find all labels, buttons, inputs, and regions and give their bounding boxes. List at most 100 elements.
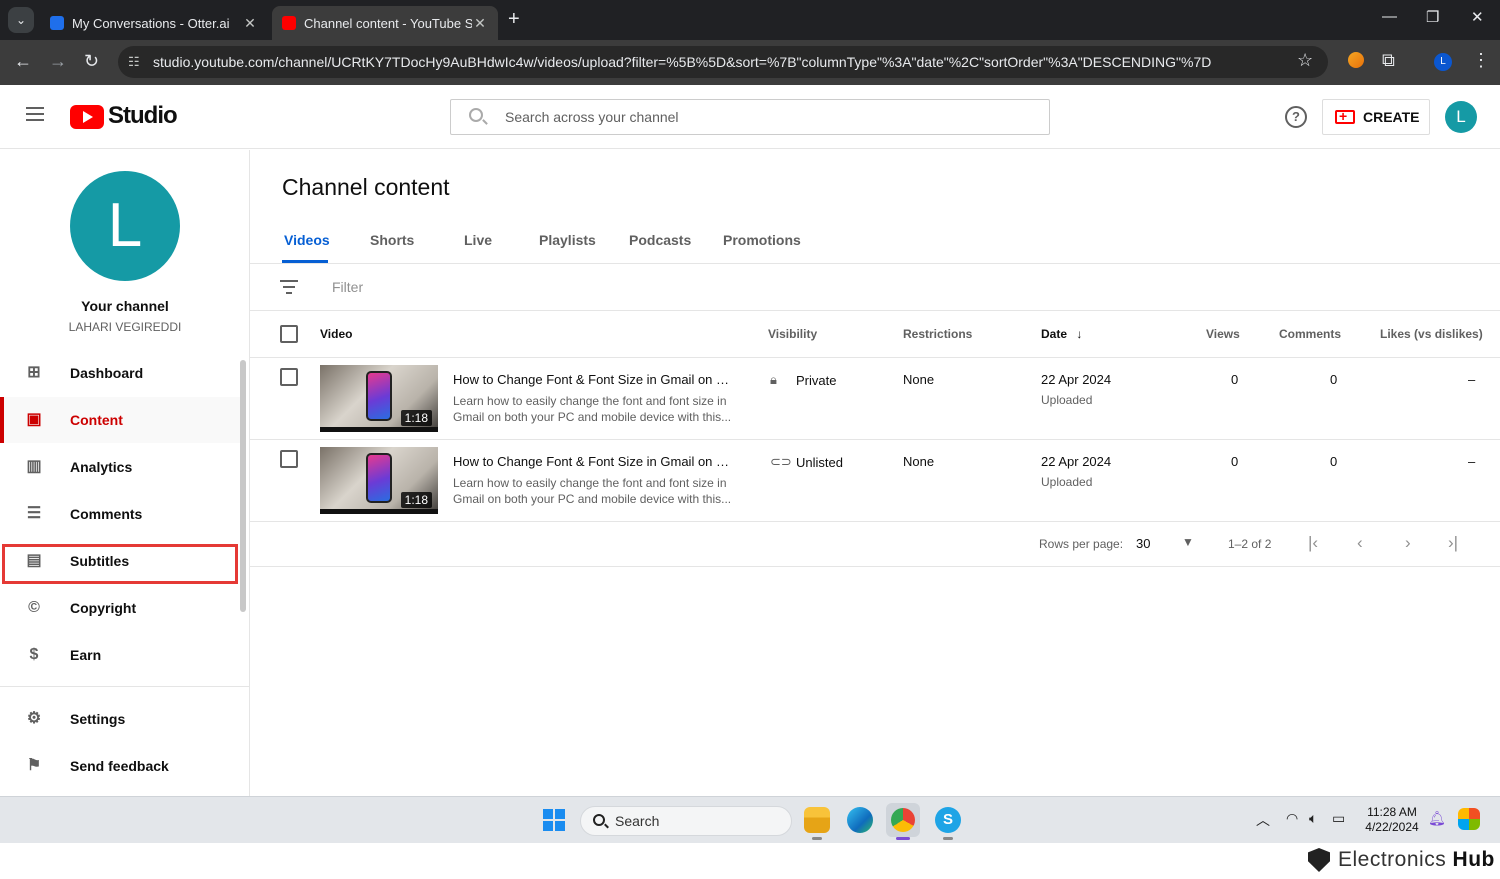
browser-tab-youtube-studio[interactable]: Channel content - YouTube Studio ✕ [272, 6, 498, 40]
column-visibility: Visibility [768, 327, 818, 341]
volume-icon[interactable]: 🔈︎ [1309, 810, 1317, 827]
windows-start-icon[interactable] [543, 809, 565, 831]
taskbar-search[interactable]: Search [580, 806, 792, 836]
tab-promotions[interactable]: Promotions [723, 232, 801, 248]
search-input[interactable] [505, 107, 1025, 127]
tab-playlists[interactable]: Playlists [539, 232, 596, 248]
date-status: Uploaded [1041, 475, 1093, 489]
close-tab-icon[interactable]: ✕ [472, 15, 488, 32]
sidebar-item-copyright[interactable]: © Copyright [0, 585, 240, 631]
chrome-active-tile[interactable] [886, 803, 920, 837]
column-date[interactable]: Date ↓ [1041, 327, 1082, 341]
extensions-puzzle-icon[interactable]: ⧉ [1382, 50, 1395, 71]
active-tab-indicator [282, 260, 328, 263]
row-checkbox[interactable] [280, 368, 298, 386]
table-row[interactable]: 1:18 How to Change Font & Font Size in G… [250, 358, 1500, 440]
sidebar-item-comments[interactable]: ☰ Comments [0, 491, 240, 537]
filter-icon[interactable] [280, 280, 298, 294]
system-clock[interactable]: 11:28 AM 4/22/2024 [1362, 805, 1422, 835]
copilot-icon[interactable] [1458, 808, 1480, 830]
browser-menu-icon[interactable]: ⋮ [1472, 50, 1490, 71]
previous-page-icon[interactable]: ‹ [1357, 533, 1363, 553]
skype-icon[interactable]: S [935, 807, 961, 833]
video-description: Learn how to easily change the font and … [453, 394, 732, 424]
filter-bar[interactable]: Filter [250, 264, 1500, 311]
create-button[interactable]: CREATE [1322, 99, 1430, 135]
channel-avatar[interactable]: L [70, 171, 180, 281]
sidebar-item-label: Earn [70, 647, 102, 663]
sidebar-item-settings[interactable]: ⚙ Settings [0, 696, 240, 742]
rows-per-page-select[interactable]: 30 [1136, 536, 1150, 551]
file-explorer-icon[interactable] [804, 807, 830, 833]
address-bar[interactable]: ☷ studio.youtube.com/channel/UCRtKY7TDoc… [118, 46, 1328, 78]
sidebar-item-send-feedback[interactable]: ⚑ Send feedback [0, 743, 240, 789]
watermark-brand-light: Electronics [1338, 848, 1447, 871]
close-window-icon[interactable]: ✕ [1471, 8, 1484, 26]
last-page-icon[interactable]: ›| [1448, 533, 1458, 553]
notification-bell-icon[interactable]: 🔔︎ [1428, 810, 1446, 827]
channel-search-box[interactable] [450, 99, 1050, 135]
reload-icon[interactable]: ↻ [84, 51, 99, 72]
analytics-icon: ▥ [26, 458, 42, 475]
likes-value: – [1468, 454, 1476, 469]
row-checkbox[interactable] [280, 450, 298, 468]
video-title[interactable]: How to Change Font & Font Size in Gmail … [453, 372, 733, 387]
sidebar-item-content[interactable]: ▣ Content [0, 397, 240, 443]
tab-podcasts[interactable]: Podcasts [629, 232, 691, 248]
table-header: Video Visibility Restrictions Date ↓ Vie… [250, 311, 1500, 358]
select-all-checkbox[interactable] [280, 325, 298, 343]
sidebar-item-analytics[interactable]: ▥ Analytics [0, 444, 240, 490]
sidebar-scrollbar[interactable] [240, 360, 246, 612]
help-icon[interactable]: ? [1285, 106, 1307, 128]
visibility-cell[interactable]: 🔒︎ Private [770, 372, 836, 388]
wifi-icon[interactable]: ◠ [1286, 810, 1298, 827]
next-page-icon[interactable]: › [1405, 533, 1411, 553]
extension-icon[interactable] [1348, 52, 1364, 68]
menu-icon[interactable] [26, 107, 44, 121]
edge-browser-icon[interactable] [847, 807, 873, 833]
sidebar-item-dashboard[interactable]: ⊞ Dashboard [0, 350, 240, 396]
first-page-icon[interactable]: |‹ [1308, 533, 1318, 553]
watermark-text: Electronics Hub [1338, 848, 1495, 872]
tab-videos[interactable]: Videos [284, 232, 330, 248]
table-row[interactable]: 1:18 How to Change Font & Font Size in G… [250, 440, 1500, 522]
visibility-value: Unlisted [796, 454, 843, 470]
tab-live[interactable]: Live [464, 232, 492, 248]
new-tab-icon[interactable]: + [508, 8, 520, 31]
sidebar-item-label: Content [70, 412, 123, 428]
bookmark-star-icon[interactable]: ☆ [1297, 50, 1313, 71]
studio-logo-text[interactable]: Studio [108, 102, 178, 130]
forward-icon[interactable]: → [49, 51, 67, 72]
account-avatar[interactable]: L [1445, 101, 1477, 133]
shield-logo-icon [1308, 848, 1330, 872]
back-icon[interactable]: ← [14, 51, 32, 72]
content-icon: ▣ [26, 411, 42, 428]
sidebar-item-label: Dashboard [70, 365, 144, 381]
lock-icon: 🔒︎ [770, 372, 777, 387]
views-value: 0 [1231, 454, 1239, 469]
video-thumbnail[interactable]: 1:18 [320, 365, 438, 432]
page-title: Channel content [282, 174, 450, 200]
filter-input[interactable]: Filter [332, 279, 363, 295]
browser-tab-otter[interactable]: My Conversations - Otter.ai ✕ [40, 6, 268, 40]
video-title[interactable]: How to Change Font & Font Size in Gmail … [453, 454, 733, 469]
sidebar-item-label: Copyright [70, 600, 137, 616]
sidebar-item-label: Analytics [70, 459, 133, 475]
video-thumbnail[interactable]: 1:18 [320, 447, 438, 514]
sidebar-item-earn[interactable]: $ Earn [0, 632, 240, 678]
visibility-cell[interactable]: ⊂⊃ Unlisted [770, 454, 843, 470]
battery-icon[interactable]: ▭ [1332, 810, 1345, 827]
youtube-logo-icon[interactable] [70, 105, 104, 129]
tab-shorts[interactable]: Shorts [370, 232, 414, 248]
restore-icon[interactable]: ❐ [1426, 8, 1439, 26]
video-duration: 1:18 [400, 410, 432, 426]
dropdown-arrow-icon[interactable]: ▼ [1182, 535, 1194, 549]
close-tab-icon[interactable]: ✕ [242, 15, 258, 32]
search-icon [593, 814, 605, 826]
show-hidden-icons-chevron-icon[interactable]: ︿ [1256, 810, 1270, 830]
date-value: 22 Apr 2024 [1041, 372, 1112, 387]
tab-search-button[interactable]: ⌄ [8, 7, 34, 33]
minimize-icon[interactable]: — [1382, 8, 1397, 25]
browser-profile-avatar[interactable]: L [1434, 53, 1452, 71]
site-info-icon[interactable]: ☷ [128, 46, 140, 78]
